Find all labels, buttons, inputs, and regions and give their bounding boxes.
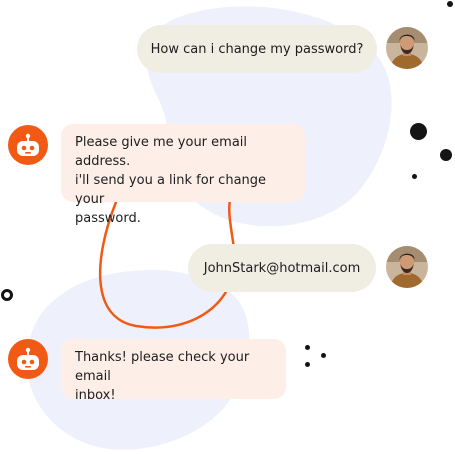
bot-message-bubble: Thanks! please check your email inbox! (61, 339, 286, 403)
decorative-dot (412, 174, 417, 179)
user-avatar-icon (386, 246, 428, 288)
user-message-bubble: JohnStark@hotmail.com (188, 244, 376, 292)
decorative-ring (1, 289, 13, 301)
decorative-dot (305, 345, 310, 350)
user-avatar-icon (386, 27, 428, 69)
bot-avatar-icon (8, 339, 48, 379)
bot-avatar-icon (8, 125, 48, 165)
decorative-dot (321, 353, 326, 358)
decorative-dot (447, 1, 453, 7)
decorative-dot (305, 362, 310, 367)
user-message-bubble: How can i change my password? (137, 25, 377, 73)
chat-illustration: How can i change my password? Please giv… (0, 0, 455, 454)
decorative-dot (440, 149, 452, 161)
bot-message-bubble: Please give me your email address. i'll … (61, 124, 305, 226)
decorative-dot (410, 123, 427, 140)
